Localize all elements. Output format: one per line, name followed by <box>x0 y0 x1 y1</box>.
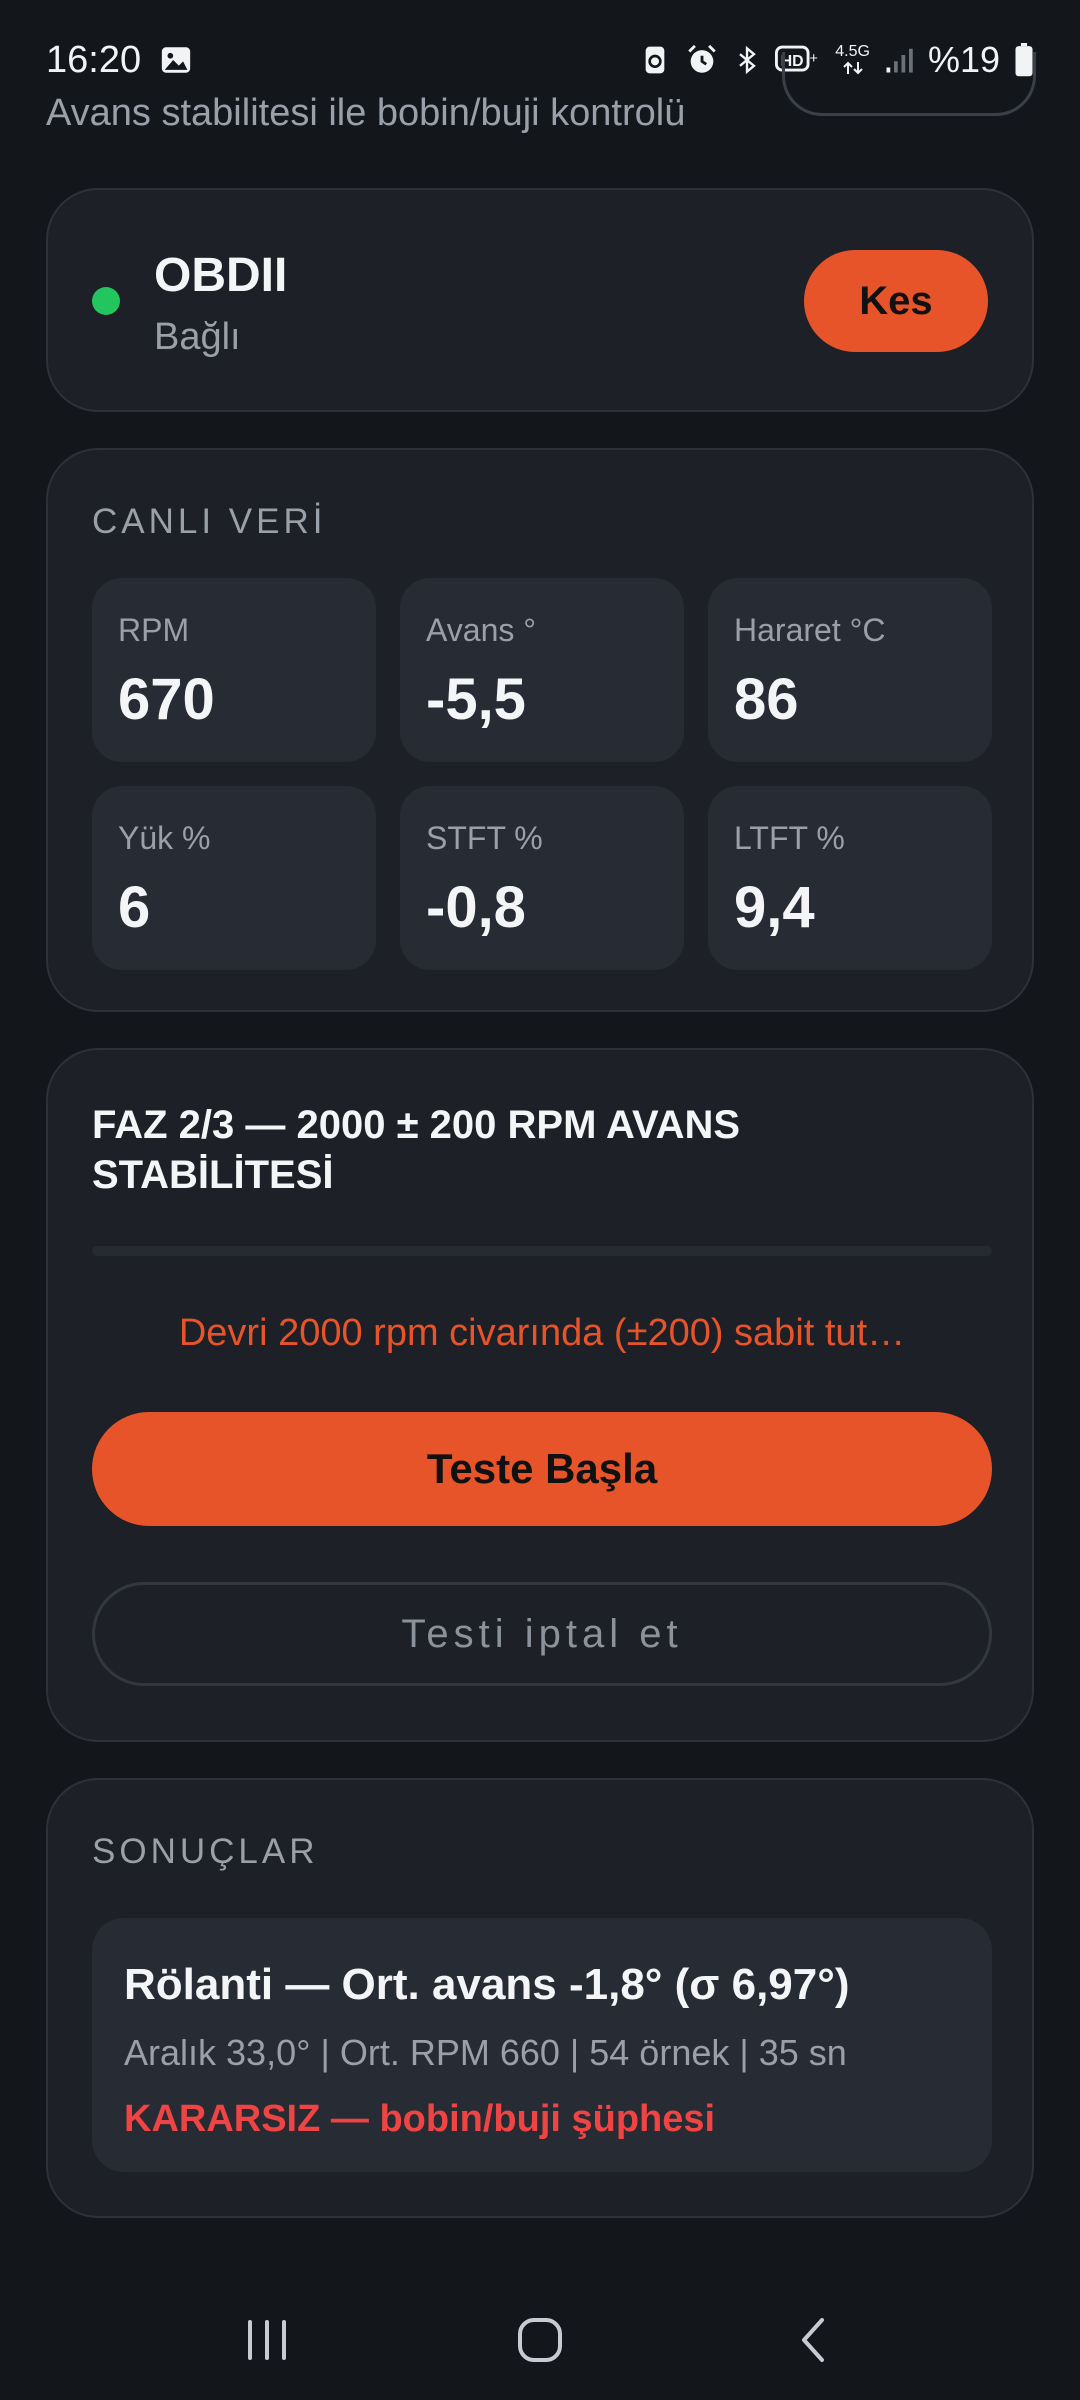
home-icon <box>517 2318 562 2362</box>
back-icon <box>802 2318 825 2362</box>
start-test-button[interactable]: Teste Başla <box>92 1412 992 1526</box>
result-title: Rölanti — Ort. avans -1,8° (σ 6,97°) <box>124 1960 850 2009</box>
metric-advance: Avans ° -5,5 <box>400 578 684 762</box>
results-title: SONUÇLAR <box>92 1832 319 1871</box>
recent-apps-icon <box>247 2320 286 2360</box>
disconnect-button[interactable]: Kes <box>804 250 988 352</box>
alarm-icon <box>685 43 719 77</box>
result-verdict: KARARSIZ — bobin/buji şüphesi <box>124 2098 716 2140</box>
test-phase-card: FAZ 2/3 — 2000 ± 200 RPM AVANS STABİLİTE… <box>46 1048 1034 1742</box>
metric-value: 9,4 <box>734 875 815 940</box>
status-left: 16:20 <box>46 39 193 82</box>
home-button[interactable] <box>480 2300 600 2380</box>
phase-title: FAZ 2/3 — 2000 ± 200 RPM AVANS STABİLİTE… <box>92 1103 741 1197</box>
phase-instruction: Devri 2000 rpm civarında (±200) sabit tu… <box>178 1312 906 1354</box>
result-detail: Aralık 33,0° | Ort. RPM 660 | 54 örnek |… <box>124 2032 847 2073</box>
bluetooth-icon <box>733 43 761 77</box>
cancel-test-button[interactable]: Testi iptal et <box>92 1582 992 1686</box>
status-time: 16:20 <box>46 38 142 81</box>
metric-label: LTFT % <box>734 820 845 856</box>
phase-progress-bar <box>92 1246 992 1256</box>
live-data-card: CANLI VERİ RPM 670 Avans ° -5,5 Hararet … <box>46 448 1034 1012</box>
system-nav-bar <box>0 2280 1080 2400</box>
metric-value: -5,5 <box>426 667 526 732</box>
metric-label: Avans ° <box>426 612 537 648</box>
header-action-button[interactable] <box>782 52 1036 116</box>
metric-value: 86 <box>734 667 799 732</box>
metric-stft: STFT % -0,8 <box>400 786 684 970</box>
result-item: Rölanti — Ort. avans -1,8° (σ 6,97°) Ara… <box>92 1918 992 2172</box>
device-name: OBDII <box>154 249 288 302</box>
metric-rpm: RPM 670 <box>92 578 376 762</box>
metric-value: 670 <box>118 667 215 732</box>
live-data-title: CANLI VERİ <box>92 502 327 541</box>
metric-value: -0,8 <box>426 875 526 940</box>
recent-apps-button[interactable] <box>207 2300 327 2380</box>
metric-label: STFT % <box>426 820 543 856</box>
connection-status: Bağlı <box>154 316 241 358</box>
metric-label: Yük % <box>118 820 211 856</box>
metric-ltft: LTFT % 9,4 <box>708 786 992 970</box>
gallery-icon <box>159 43 193 77</box>
metric-load: Yük % 6 <box>92 786 376 970</box>
back-button[interactable] <box>753 2300 873 2380</box>
recycle-icon <box>639 43 671 77</box>
metric-label: Hararet °C <box>734 612 886 648</box>
connection-status-dot <box>92 287 120 315</box>
connection-card: OBDII Bağlı Kes <box>46 188 1034 412</box>
metric-value: 6 <box>118 875 151 940</box>
results-card: SONUÇLAR Rölanti — Ort. avans -1,8° (σ 6… <box>46 1778 1034 2218</box>
metric-coolant-temp: Hararet °C 86 <box>708 578 992 762</box>
metric-label: RPM <box>118 612 190 648</box>
page-subtitle: Avans stabilitesi ile bobin/buji kontrol… <box>46 92 686 134</box>
